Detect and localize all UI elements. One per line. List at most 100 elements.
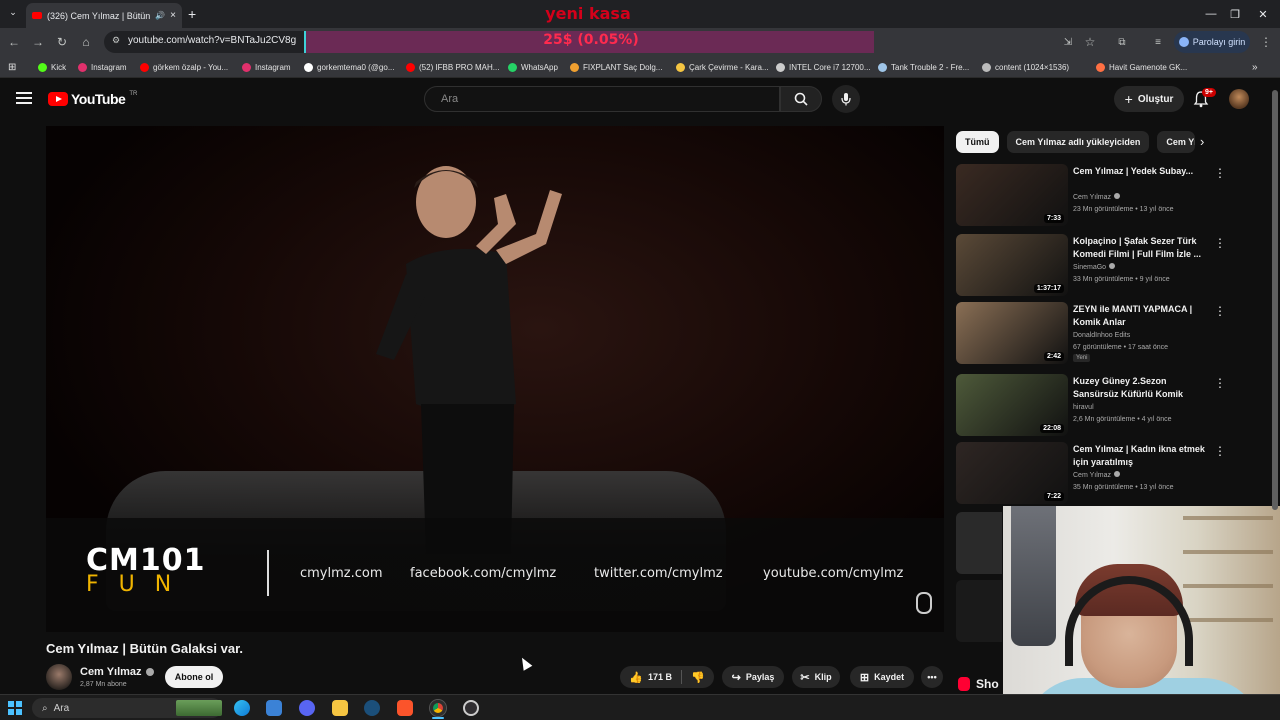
clip-button[interactable]: ✂ Klip [792,666,840,688]
channel-name[interactable]: Cem Yılmaz [80,666,142,678]
share-button[interactable]: ↪ Paylaş [722,666,784,688]
bookmark-item[interactable]: WhatsApp [508,60,558,74]
save-button[interactable]: ⊞ Kaydet [850,666,914,688]
like-button[interactable]: 👍 171 B [629,671,672,684]
recommendation-channel[interactable]: SinemaGo [1073,262,1116,273]
bookmark-item[interactable]: content (1024×1536) [982,60,1069,74]
menu-kebab-icon[interactable]: ⋮ [1256,32,1276,52]
browser-tab[interactable]: (326) Cem Yılmaz | Bütün G 🔊 × [26,3,182,28]
chrome-icon[interactable] [430,700,446,716]
file-explorer-icon[interactable] [332,700,348,716]
account-avatar[interactable] [1229,89,1249,109]
tab-list-icon[interactable]: ⌄ [6,7,20,21]
recommendation-title[interactable]: Cem Yılmaz | Kadın ikna etmek için yarat… [1073,443,1209,469]
recommendation-channel[interactable]: Cem Yılmaz [1073,470,1120,481]
audio-icon[interactable]: 🔊 [155,11,165,20]
site-info-icon[interactable]: ⚙ [112,35,120,46]
media-control-icon[interactable]: ≡ [1148,32,1168,52]
recommendation-thumbnail[interactable] [956,512,1002,574]
more-vertical-icon[interactable]: ⋮ [1214,304,1226,318]
recommendation-item[interactable]: 7:33 Cem Yılmaz | Yedek Subay... Cem Yılma… [956,164,1226,226]
bookmark-item[interactable]: FIXPLANT Saç Dolg... [570,60,662,74]
tab-close-icon[interactable]: × [170,10,176,21]
brave-icon[interactable] [397,700,413,716]
recommendation-channel[interactable]: DonaldInhoo Edits [1073,330,1130,341]
dislike-button[interactable]: 👎 [691,671,705,684]
recommendation-title[interactable]: Kuzey Güney 2.Sezon Sansürsüz Küfürlü Ko… [1073,375,1209,401]
subscribe-button[interactable]: Abone ol [165,666,223,688]
recommendation-thumbnail[interactable]: 7:33 [956,164,1068,226]
edge-icon[interactable] [234,700,250,716]
bookmark-item[interactable]: Kick [38,60,66,74]
recommendation-title[interactable]: Cem Yılmaz | Yedek Subay... [1073,165,1209,178]
bookmarks-overflow-icon[interactable]: » [1252,60,1258,74]
bookmark-star-icon[interactable]: ☆ [1080,32,1100,52]
new-tab-button[interactable]: + [188,6,196,22]
hamburger-menu-icon[interactable] [16,92,32,104]
bookmark-label: Havit Gamenote GK... [1109,62,1188,72]
bookmarks-bar: ⊞ » Kick Instagram görkem özalp - You... In… [0,56,1280,78]
recommendation-thumbnail[interactable] [956,580,1002,642]
recommendation-item[interactable]: 2:42 ZEYN ile MANTI YAPMACA | Komik Anlar… [956,302,1226,364]
steam-icon[interactable] [364,700,380,716]
reload-icon[interactable]: ↻ [52,32,72,52]
channel-watermark-icon[interactable] [916,592,932,614]
search-box [424,86,780,112]
recommendation-item[interactable]: 1:37:17 Kolpaçino | Şafak Sezer Türk Kome… [956,234,1226,296]
widgets-icon[interactable] [176,700,222,716]
voice-search-button[interactable] [832,85,860,113]
install-icon[interactable]: ⇲ [1058,32,1078,52]
more-vertical-icon[interactable]: ⋮ [1214,166,1226,180]
apps-icon[interactable]: ⊞ [8,60,16,74]
search-button[interactable] [780,86,822,112]
scrollbar-thumb[interactable] [1272,90,1278,510]
bookmark-item[interactable]: Tank Trouble 2 - Fre... [878,60,969,74]
recommendation-title[interactable]: ZEYN ile MANTI YAPMACA | Komik Anlar [1073,303,1209,329]
chevron-right-icon[interactable]: › [1200,134,1204,149]
obs-icon[interactable] [463,700,479,716]
windows-start-icon[interactable] [8,701,22,715]
recommendation-channel[interactable]: hiravul [1073,402,1094,413]
bookmark-item[interactable]: gorkemtema0 (@go... [304,60,394,74]
back-icon[interactable]: ← [4,32,24,52]
recommendation-title[interactable]: Kolpaçino | Şafak Sezer Türk Komedi Film… [1073,235,1209,261]
page-scrollbar[interactable] [1272,80,1278,520]
channel-name-row[interactable]: Cem Yılmaz [80,666,154,678]
chip-from-uploader[interactable]: Cem Yılmaz adlı yükleyiciden [1006,131,1150,153]
recommendation-thumbnail[interactable]: 22:08 [956,374,1068,436]
youtube-logo[interactable]: YouTube TR [48,91,137,107]
bookmark-item[interactable]: (52) IFBB PRO MAH... [406,60,499,74]
video-player[interactable]: CM101 FUN cmylmz.com facebook.com/cmylmz… [46,126,944,632]
store-icon[interactable] [266,700,282,716]
shorts-header[interactable]: Sho [958,677,999,691]
forward-icon[interactable]: → [28,32,48,52]
more-actions-button[interactable]: ••• [921,666,943,688]
chip-related[interactable]: Cem Yılı [1157,131,1196,153]
recommendation-thumbnail[interactable]: 2:42 [956,302,1068,364]
chip-all[interactable]: Tümü [956,131,999,153]
bookmark-item[interactable]: INTEL Core i7 12700... [776,60,871,74]
address-bar[interactable]: ⚙ youtube.com/watch?v=BNTaJu2CV8g 25$ (0… [104,31,874,53]
more-vertical-icon[interactable]: ⋮ [1214,376,1226,390]
bookmark-item[interactable]: Havit Gamenote GK... [1096,60,1187,74]
create-button[interactable]: + Oluştur [1114,86,1184,112]
recommendation-channel[interactable]: Cem Yılmaz [1073,192,1120,203]
close-window-button[interactable]: ✕ [1240,0,1280,28]
taskbar-search-label: Ara [53,702,70,714]
bookmark-item[interactable]: Instagram [242,60,291,74]
channel-avatar[interactable] [46,664,72,690]
recommendation-thumbnail[interactable]: 7:22 [956,442,1068,504]
bookmark-item[interactable]: Instagram [78,60,127,74]
home-icon[interactable]: ⌂ [76,32,96,52]
extensions-icon[interactable]: ⧉ [1112,32,1132,52]
discord-icon[interactable] [299,700,315,716]
recommendation-item[interactable]: 7:22 Cem Yılmaz | Kadın ikna etmek için y… [956,442,1226,504]
bookmark-item[interactable]: Çark Çevirme - Kara... [676,60,769,74]
bookmark-item[interactable]: görkem özalp - You... [140,60,228,74]
recommendation-thumbnail[interactable]: 1:37:17 [956,234,1068,296]
search-input[interactable] [425,87,779,111]
password-button[interactable]: Parolayı girin [1174,31,1250,53]
more-vertical-icon[interactable]: ⋮ [1214,444,1226,458]
recommendation-item[interactable]: 22:08 Kuzey Güney 2.Sezon Sansürsüz Küfür… [956,374,1226,436]
more-vertical-icon[interactable]: ⋮ [1214,236,1226,250]
